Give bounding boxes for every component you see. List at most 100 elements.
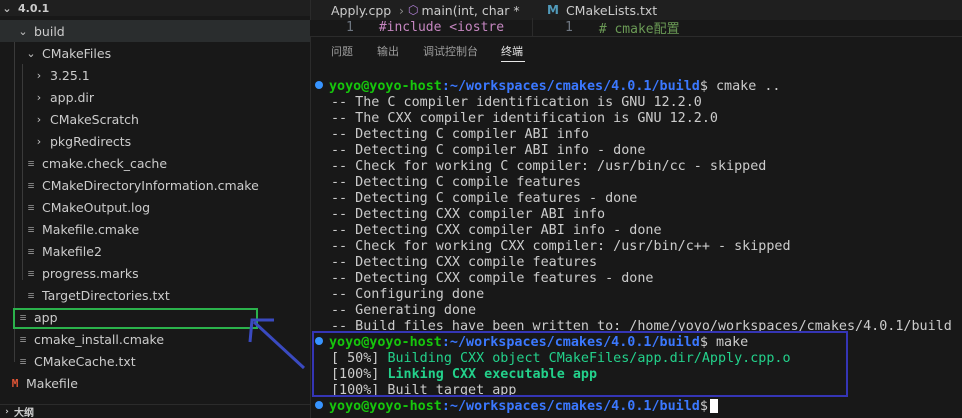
tree-item-label: TargetDirectories.txt (42, 287, 170, 303)
tree-item[interactable]: › pkgRedirects (0, 130, 310, 152)
file-icon: ≡ (27, 266, 35, 280)
tree-item[interactable]: ≡ CMakeDirectoryInformation.cmake (0, 174, 310, 196)
tree-item[interactable]: › app.dir (0, 86, 310, 108)
tab-apply-cpp[interactable]: Apply.cpp (331, 0, 391, 20)
tree-item[interactable]: ≡ progress.marks (0, 262, 310, 284)
file-icon: ≡ (27, 222, 35, 236)
terminal-cursor (709, 399, 718, 413)
chevron-right-icon: › (36, 112, 42, 126)
cmake-output-line: -- Configuring done (331, 287, 485, 302)
tree-item[interactable]: › CMakeScratch (0, 108, 310, 130)
tree-item-label: Makefile2 (42, 243, 102, 259)
cmake-output-line: -- Generating done (331, 303, 477, 318)
tree-item-label: pkgRedirects (50, 133, 132, 149)
tree-item-label: progress.marks (42, 265, 139, 281)
command-decoration-icon[interactable] (315, 81, 323, 89)
indent-guide (22, 64, 23, 280)
tree-item-label: 3.25.1 (50, 67, 90, 83)
app-selection-highlight (13, 308, 258, 329)
chevron-down-icon: ⌄ (26, 46, 36, 60)
tree-item[interactable]: ≡ CMakeOutput.log (0, 196, 310, 218)
cmake-output-line: -- Check for working C compiler: /usr/bi… (331, 159, 767, 174)
cube-icon: ⬡ (408, 3, 419, 17)
tree-item-label: build (34, 23, 65, 39)
explorer-root-label: 4.0.1 (18, 1, 50, 15)
tree-item-label: Makefile.cmake (42, 221, 140, 237)
tree-item[interactable]: M Makefile (0, 372, 310, 394)
breadcrumb-function: main(int, char * (421, 2, 520, 18)
tab-apply-cpp-label: Apply.cpp (331, 2, 392, 18)
tab-output[interactable]: 输出 (377, 43, 399, 59)
tab-problems[interactable]: 问题 (331, 43, 353, 59)
tree-item[interactable]: › 3.25.1 (0, 64, 310, 86)
panel-tab-bar: 问题 输出 调试控制台 终端 (311, 36, 962, 66)
prompt-path: :~/workspaces/cmakes/4.0.1/build (441, 399, 700, 414)
prompt-path: :~/workspaces/cmakes/4.0.1/build (441, 79, 700, 94)
cmake-output-line: -- Detecting C compile features - done (331, 191, 638, 206)
cmake-output-line: -- The C compiler identification is GNU … (331, 95, 702, 110)
file-icon: ≡ (27, 288, 35, 302)
chevron-down-icon: ⌄ (18, 24, 28, 38)
chevron-right-icon: › (36, 68, 42, 82)
tree-item-label: app.dir (50, 89, 95, 105)
tree-item-label: CMakeOutput.log (42, 199, 151, 215)
editor-tab-bar: Apply.cpp › ⬡ main(int, char * M CMakeLi… (310, 0, 962, 20)
prompt-line: yoyo@yoyo-host:~/workspaces/cmakes/4.0.1… (311, 79, 780, 95)
file-icon: ≡ (19, 332, 27, 346)
file-icon: ≡ (27, 178, 35, 192)
cmake-output-line: -- Detecting CXX compile features - done (331, 271, 654, 286)
make-output-highlight-box (312, 331, 848, 397)
active-tab-indicator (501, 61, 525, 62)
command-decoration-icon[interactable] (315, 401, 323, 409)
prompt-user: yoyo@yoyo-host (329, 399, 442, 414)
cmake-output-line: -- Detecting CXX compile features (331, 255, 598, 270)
breadcrumb[interactable]: › ⬡ main(int, char * (399, 0, 520, 20)
chevron-right-icon: › (36, 90, 42, 104)
annotation-arrow-icon (248, 318, 306, 370)
explorer-root-header[interactable]: ⌄ 4.0.1 (0, 0, 310, 16)
prompt-line: yoyo@yoyo-host:~/workspaces/cmakes/4.0.1… (311, 399, 718, 415)
tree-item-label: CMakeScratch (50, 111, 139, 127)
tree-item-label: CMakeFiles (42, 45, 112, 61)
makefile-icon: M (11, 376, 19, 390)
outline-section-header[interactable]: › 大纲 (0, 404, 310, 418)
cmake-output-line: -- Detecting CXX compiler ABI info - don… (331, 223, 662, 238)
editor-peek-cmakelists[interactable]: 1 # cmake配置 (532, 18, 962, 36)
prompt-user: yoyo@yoyo-host (329, 79, 442, 94)
cmake-icon: M (547, 3, 559, 17)
prompt-suffix: $ (699, 79, 708, 94)
tree-item[interactable]: ⌄ build (0, 20, 310, 42)
code-line: #include <iostre (378, 19, 505, 35)
command-text: cmake .. (707, 79, 781, 94)
tab-debug-console[interactable]: 调试控制台 (423, 43, 478, 59)
cmake-output-line: -- Detecting C compiler ABI info (331, 127, 589, 142)
tree-item[interactable]: ≡ TargetDirectories.txt (0, 284, 310, 306)
tree-item[interactable]: ≡ Makefile2 (0, 240, 310, 262)
file-icon: ≡ (27, 200, 35, 214)
tab-terminal[interactable]: 终端 (501, 43, 523, 59)
line-number: 1 (565, 19, 573, 35)
chevron-down-icon: ⌄ (2, 1, 12, 15)
cmake-output-line: -- The CXX compiler identification is GN… (331, 111, 718, 126)
editor-peek-apply[interactable]: 1 #include <iostre (310, 18, 532, 36)
chevron-right-icon: › (36, 134, 42, 148)
tab-cmakelists-label: CMakeLists.txt (565, 2, 658, 18)
tree-item-label: Makefile (26, 375, 78, 391)
chevron-right-icon: › (5, 406, 9, 417)
tree-item[interactable]: ≡ cmake.check_cache (0, 152, 310, 174)
chevron-right-icon: › (399, 2, 404, 18)
cmake-output-line: -- Check for working CXX compiler: /usr/… (331, 239, 791, 254)
tree-item[interactable]: ≡ Makefile.cmake (0, 218, 310, 240)
code-comment: # cmake配置 (598, 21, 680, 37)
outline-label: 大纲 (14, 408, 34, 418)
line-number: 1 (346, 19, 354, 35)
tab-cmakelists[interactable]: M CMakeLists.txt (547, 0, 657, 20)
tree-item[interactable]: ⌄ CMakeFiles (0, 42, 310, 64)
file-icon: ≡ (27, 244, 35, 258)
file-icon: ≡ (19, 354, 27, 368)
cmake-output-line: -- Detecting CXX compiler ABI info (331, 207, 606, 222)
cmake-output-line: -- Detecting C compiler ABI info - done (331, 143, 646, 158)
cmake-output-line: -- Detecting C compile features (331, 175, 581, 190)
prompt-suffix: $ (699, 399, 708, 414)
tree-item-label: CMakeCache.txt (34, 353, 136, 369)
